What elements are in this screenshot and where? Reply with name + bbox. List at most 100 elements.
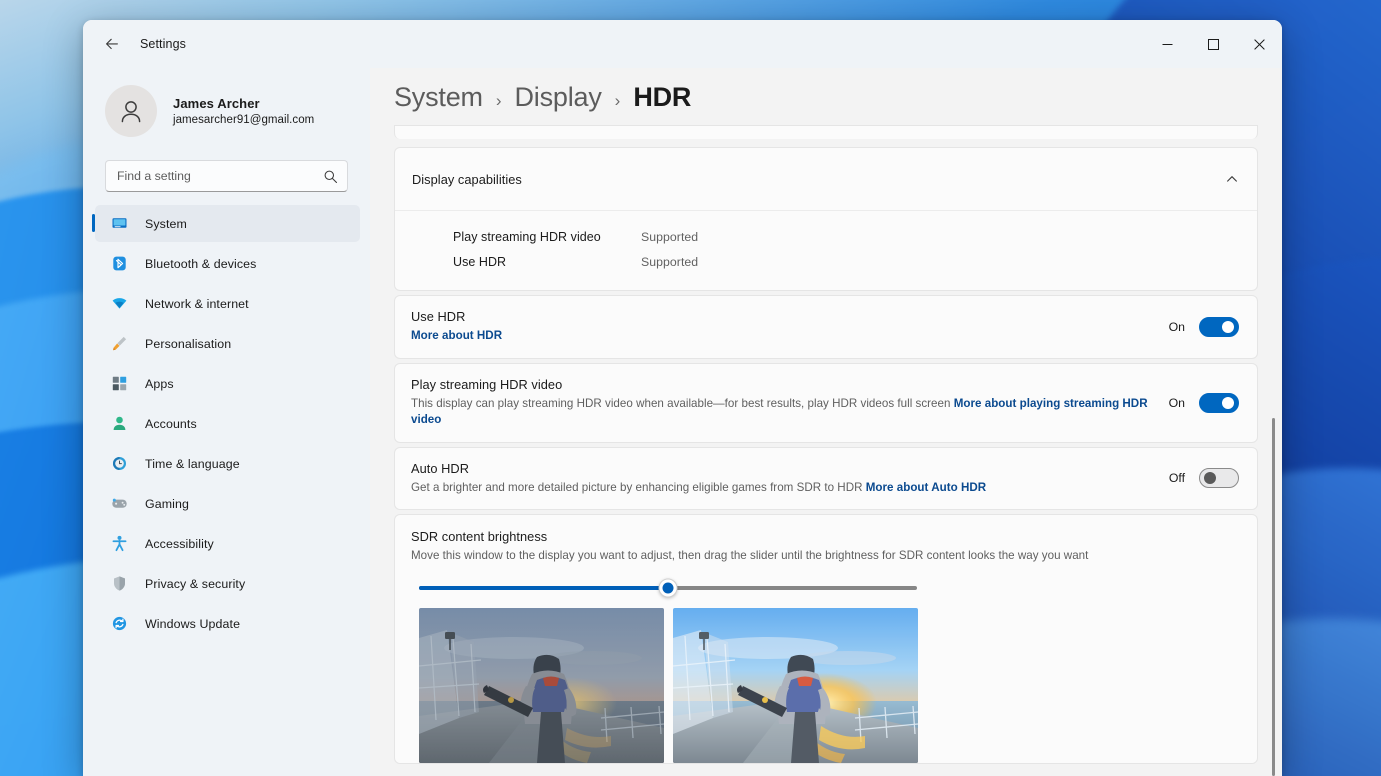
toggle-state-label: Off: [1168, 471, 1185, 486]
settings-scroll-area[interactable]: Display capabilities Play streaming HDR …: [394, 125, 1282, 776]
search-box[interactable]: [105, 160, 348, 192]
play-streaming-hdr-video-card: Play streaming HDR video This display ca…: [394, 362, 1258, 443]
sidebar-item-apps[interactable]: Apps: [95, 365, 360, 402]
setting-description-text: This display can play streaming HDR vide…: [411, 396, 954, 410]
play-streaming-hdr-video-row: Play streaming HDR video This display ca…: [395, 364, 1257, 442]
capability-value: Supported: [641, 229, 699, 244]
window-controls: [1144, 20, 1282, 68]
sdr-brightness-title: SDR content brightness: [411, 529, 548, 544]
person-icon: [110, 415, 128, 433]
avatar: [105, 85, 157, 137]
sidebar-nav: System Bluetooth & devices Network & int…: [83, 205, 370, 645]
sidebar-item-label: Apps: [145, 376, 174, 391]
sidebar-item-system[interactable]: System: [92, 205, 360, 242]
sidebar-item-accounts[interactable]: Accounts: [95, 405, 360, 442]
scrollbar-thumb[interactable]: [1272, 417, 1275, 776]
setting-description-text: Get a brighter and more detailed picture…: [411, 480, 866, 494]
chevron-up-icon: [1227, 176, 1237, 182]
breadcrumb-item-hdr: HDR: [633, 82, 692, 112]
sidebar-item-label: Windows Update: [145, 616, 241, 631]
close-icon: [1253, 38, 1265, 50]
auto-hdr-row: Auto HDR Get a brighter and more detaile…: [395, 448, 1257, 510]
minimize-button[interactable]: [1144, 20, 1190, 68]
capability-row: Play streaming HDR video Supported: [453, 224, 1257, 249]
sidebar-item-label: Personalisation: [145, 336, 232, 351]
slider-fill: [419, 586, 668, 590]
setting-title: Use HDR: [411, 309, 466, 324]
accessibility-icon: [110, 535, 128, 553]
setting-description: More about HDR: [411, 328, 1153, 345]
breadcrumb-item-system[interactable]: System: [394, 82, 483, 113]
account-name: James Archer: [173, 96, 260, 111]
sidebar-item-label: Time & language: [145, 456, 240, 471]
bluetooth-icon: [110, 255, 128, 273]
clipped-card-above: [394, 125, 1258, 139]
maximize-button[interactable]: [1190, 20, 1236, 68]
breadcrumb-separator: ›: [495, 91, 502, 110]
sidebar-item-label: Network & internet: [145, 296, 249, 311]
sdr-content-brightness-card: SDR content brightness Move this window …: [394, 514, 1258, 764]
more-about-hdr-link[interactable]: More about HDR: [411, 329, 502, 342]
settings-window: Settings James Archer jamesarcher91@gmai…: [83, 20, 1282, 776]
sidebar-item-network-internet[interactable]: Network & internet: [95, 285, 360, 322]
sidebar-item-accessibility[interactable]: Accessibility: [95, 525, 360, 562]
auto-hdr-card: Auto HDR Get a brighter and more detaile…: [394, 446, 1258, 510]
sidebar-item-personalisation[interactable]: Personalisation: [95, 325, 360, 362]
use-hdr-card: Use HDR More about HDR On: [394, 295, 1258, 359]
auto-hdr-toggle[interactable]: [1199, 468, 1239, 489]
hdr-preview-image: [673, 608, 918, 763]
setting-description: This display can play streaming HDR vide…: [411, 396, 1153, 429]
sidebar-item-label: Bluetooth & devices: [145, 256, 257, 271]
more-about-auto-hdr-link[interactable]: More about Auto HDR: [866, 481, 986, 494]
apps-grid-icon: [110, 375, 128, 393]
toggle-knob: [1222, 396, 1234, 409]
sdr-brightness-description: Move this window to the display you want…: [411, 549, 1089, 562]
sidebar-item-bluetooth-devices[interactable]: Bluetooth & devices: [95, 245, 360, 282]
title-bar: Settings: [83, 20, 1282, 68]
use-hdr-toggle[interactable]: [1199, 316, 1239, 337]
breadcrumb-item-display[interactable]: Display: [515, 82, 602, 113]
sidebar-item-windows-update[interactable]: Windows Update: [95, 605, 360, 642]
search-icon: [324, 170, 338, 183]
setting-title: Auto HDR: [411, 460, 470, 476]
search-input[interactable]: [117, 169, 323, 183]
sidebar-item-privacy-security[interactable]: Privacy & security: [95, 565, 360, 602]
account-block[interactable]: James Archer jamesarcher91@gmail.com: [83, 68, 370, 144]
maximize-icon: [1207, 38, 1219, 50]
sidebar-item-label: System: [145, 216, 187, 231]
sidebar-item-time-language[interactable]: Time & language: [95, 445, 360, 482]
sidebar: James Archer jamesarcher91@gmail.com Fin…: [83, 68, 370, 776]
back-arrow-icon: [106, 38, 118, 50]
slider-thumb[interactable]: [658, 578, 678, 598]
window-title: Settings: [140, 37, 186, 51]
play-streaming-hdr-video-toggle[interactable]: [1199, 392, 1239, 413]
sidebar-item-gaming[interactable]: Gaming: [95, 485, 360, 522]
sdr-preview-image: [419, 608, 664, 763]
sidebar-item-label: Accessibility: [145, 536, 214, 551]
clock-globe-icon: [110, 455, 128, 473]
desktop-wallpaper: Settings James Archer jamesarcher91@gmai…: [0, 0, 1381, 776]
wifi-icon: [110, 295, 128, 313]
display-capabilities-header[interactable]: Display capabilities: [395, 148, 1257, 210]
setting-description: Get a brighter and more detailed picture…: [411, 480, 1153, 497]
toggle-knob: [1204, 472, 1216, 485]
content-area: System › Display › HDR Display capabilit…: [370, 68, 1282, 776]
display-capabilities-body: Play streaming HDR video Supported Use H…: [395, 210, 1257, 290]
toggle-state-label: On: [1168, 319, 1185, 334]
display-capabilities-card: Display capabilities Play streaming HDR …: [394, 147, 1258, 291]
sidebar-item-label: Accounts: [145, 416, 197, 431]
toggle-knob: [1222, 320, 1234, 333]
update-sync-icon: [110, 615, 128, 633]
breadcrumb: System › Display › HDR: [394, 68, 1282, 125]
sdr-brightness-slider[interactable]: [419, 578, 917, 598]
capability-row: Use HDR Supported: [453, 249, 1257, 274]
toggle-state-label: On: [1168, 395, 1185, 410]
capability-value: Supported: [641, 254, 699, 269]
content-scrollbar[interactable]: [1272, 125, 1275, 776]
back-button[interactable]: [95, 29, 129, 59]
shield-icon: [110, 575, 128, 593]
brightness-preview-images: [411, 590, 1239, 763]
capability-name: Play streaming HDR video: [453, 229, 601, 244]
breadcrumb-separator: ›: [614, 91, 621, 110]
close-button[interactable]: [1236, 20, 1282, 68]
